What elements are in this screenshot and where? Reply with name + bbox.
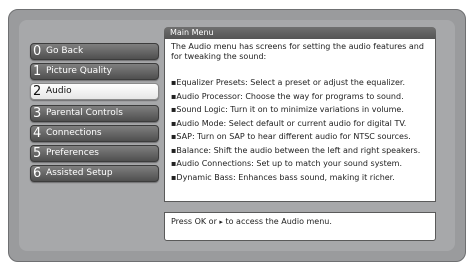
feature-item: ▪Audio Processor: Choose the way for pro… [171, 91, 404, 101]
menu-item-number: 0 [33, 44, 42, 59]
menu-item-label: Go Back [46, 46, 84, 56]
description-panel: The Audio menu has screens for setting t… [164, 39, 436, 202]
menu-item-number: 3 [33, 106, 42, 121]
menu-item-number: 2 [33, 84, 42, 99]
menu-item-label: Audio [46, 86, 72, 96]
menu-item-audio[interactable]: 2 Audio [30, 83, 159, 100]
feature-item: ▪Balance: Shift the audio between the le… [171, 145, 421, 155]
help-footer: Press OK or ▸ to access the Audio menu. [164, 212, 436, 241]
panel-intro: The Audio menu has screens for setting t… [171, 42, 424, 61]
feature-item: ▪Audio Connections: Set up to match your… [171, 159, 402, 168]
menu-item-picture-quality[interactable]: 1 Picture Quality [30, 63, 159, 80]
menu-item-connections[interactable]: 4 Connections [30, 125, 159, 142]
feature-item: ▪Sound Logic: Turn it on to minimize var… [171, 105, 404, 114]
menu-item-assisted-setup[interactable]: 6 Assisted Setup [30, 165, 159, 182]
footer-suffix: to access the Audio menu. [225, 217, 332, 226]
menu-item-number: 5 [33, 146, 42, 161]
right-arrow-icon: ▸ [219, 218, 223, 226]
feature-item: ▪Audio Mode: Select default or current a… [171, 118, 407, 128]
menu-item-number: 6 [33, 166, 42, 181]
panel-title: Main Menu [164, 27, 436, 39]
feature-item: ▪Dynamic Bass: Enhances bass sound, maki… [171, 172, 395, 182]
menu-item-label: Assisted Setup [46, 168, 113, 178]
menu-item-number: 1 [33, 64, 42, 79]
menu-item-label: Connections [46, 128, 102, 138]
footer-prefix: Press OK or [171, 217, 217, 226]
menu-item-label: Parental Controls [46, 108, 123, 118]
menu-item-go-back[interactable]: 0 Go Back [30, 43, 159, 60]
menu-item-parental-controls[interactable]: 3 Parental Controls [30, 105, 159, 122]
menu-item-label: Preferences [46, 148, 99, 158]
menu-item-label: Picture Quality [46, 66, 112, 76]
menu-item-number: 4 [33, 126, 42, 141]
feature-item: ▪Equalizer Presets: Select a preset or a… [171, 78, 405, 87]
feature-item: ▪SAP: Turn on SAP to hear different audi… [171, 132, 411, 141]
menu-item-preferences[interactable]: 5 Preferences [30, 145, 159, 162]
